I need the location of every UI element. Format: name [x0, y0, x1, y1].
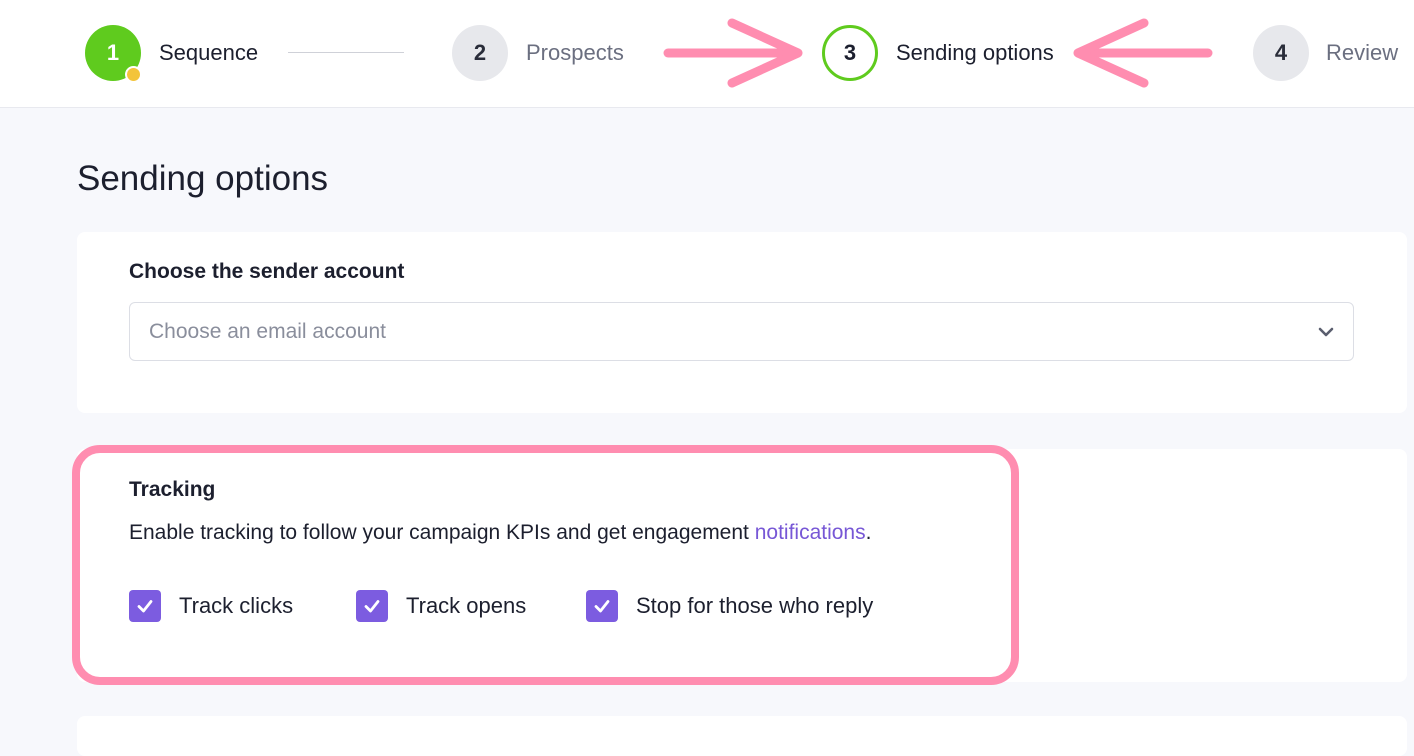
step-1-status-dot	[125, 66, 142, 83]
sender-account-placeholder: Choose an email account	[149, 320, 386, 343]
tracking-description: Enable tracking to follow your campaign …	[129, 520, 871, 546]
tracking-heading: Tracking	[129, 478, 216, 501]
step-4-number: 4	[1274, 40, 1288, 65]
sender-account-heading: Choose the sender account	[129, 260, 405, 283]
stop-on-reply-option[interactable]: Stop for those who reply	[586, 590, 873, 622]
stop-on-reply-label[interactable]: Stop for those who reply	[636, 593, 873, 619]
checkmark-icon	[594, 600, 610, 613]
tracking-description-end: .	[865, 521, 872, 544]
step-3-circle[interactable]: 3	[822, 25, 878, 81]
step-3-label[interactable]: Sending options	[896, 40, 1054, 66]
checkmark-icon	[364, 600, 380, 613]
step-1-number: 1	[106, 40, 120, 65]
tracking-card	[77, 449, 1407, 682]
track-opens-checkbox[interactable]	[356, 590, 388, 622]
checkmark-icon	[137, 600, 153, 613]
step-1-label[interactable]: Sequence	[159, 40, 258, 66]
step-connector-1	[288, 52, 404, 53]
track-clicks-label[interactable]: Track clicks	[179, 593, 293, 619]
step-2-circle[interactable]: 2	[452, 25, 508, 81]
arrow-right-icon	[663, 18, 803, 88]
notifications-link[interactable]: notifications	[755, 521, 866, 544]
track-opens-label[interactable]: Track opens	[406, 593, 526, 619]
tracking-description-text: Enable tracking to follow your campaign …	[129, 521, 755, 544]
next-section-card	[77, 716, 1407, 756]
track-clicks-option[interactable]: Track clicks	[129, 590, 293, 622]
stop-on-reply-checkbox[interactable]	[586, 590, 618, 622]
step-3-number: 3	[843, 40, 857, 65]
page-title: Sending options	[77, 159, 329, 198]
step-2-number: 2	[473, 40, 487, 65]
track-opens-option[interactable]: Track opens	[356, 590, 526, 622]
sender-account-select[interactable]: Choose an email account	[129, 302, 1354, 361]
arrow-left-icon	[1073, 18, 1213, 88]
chevron-down-icon	[1318, 327, 1334, 337]
track-clicks-checkbox[interactable]	[129, 590, 161, 622]
step-4-label[interactable]: Review	[1326, 40, 1398, 66]
step-2-label[interactable]: Prospects	[526, 40, 624, 66]
step-4-circle[interactable]: 4	[1253, 25, 1309, 81]
